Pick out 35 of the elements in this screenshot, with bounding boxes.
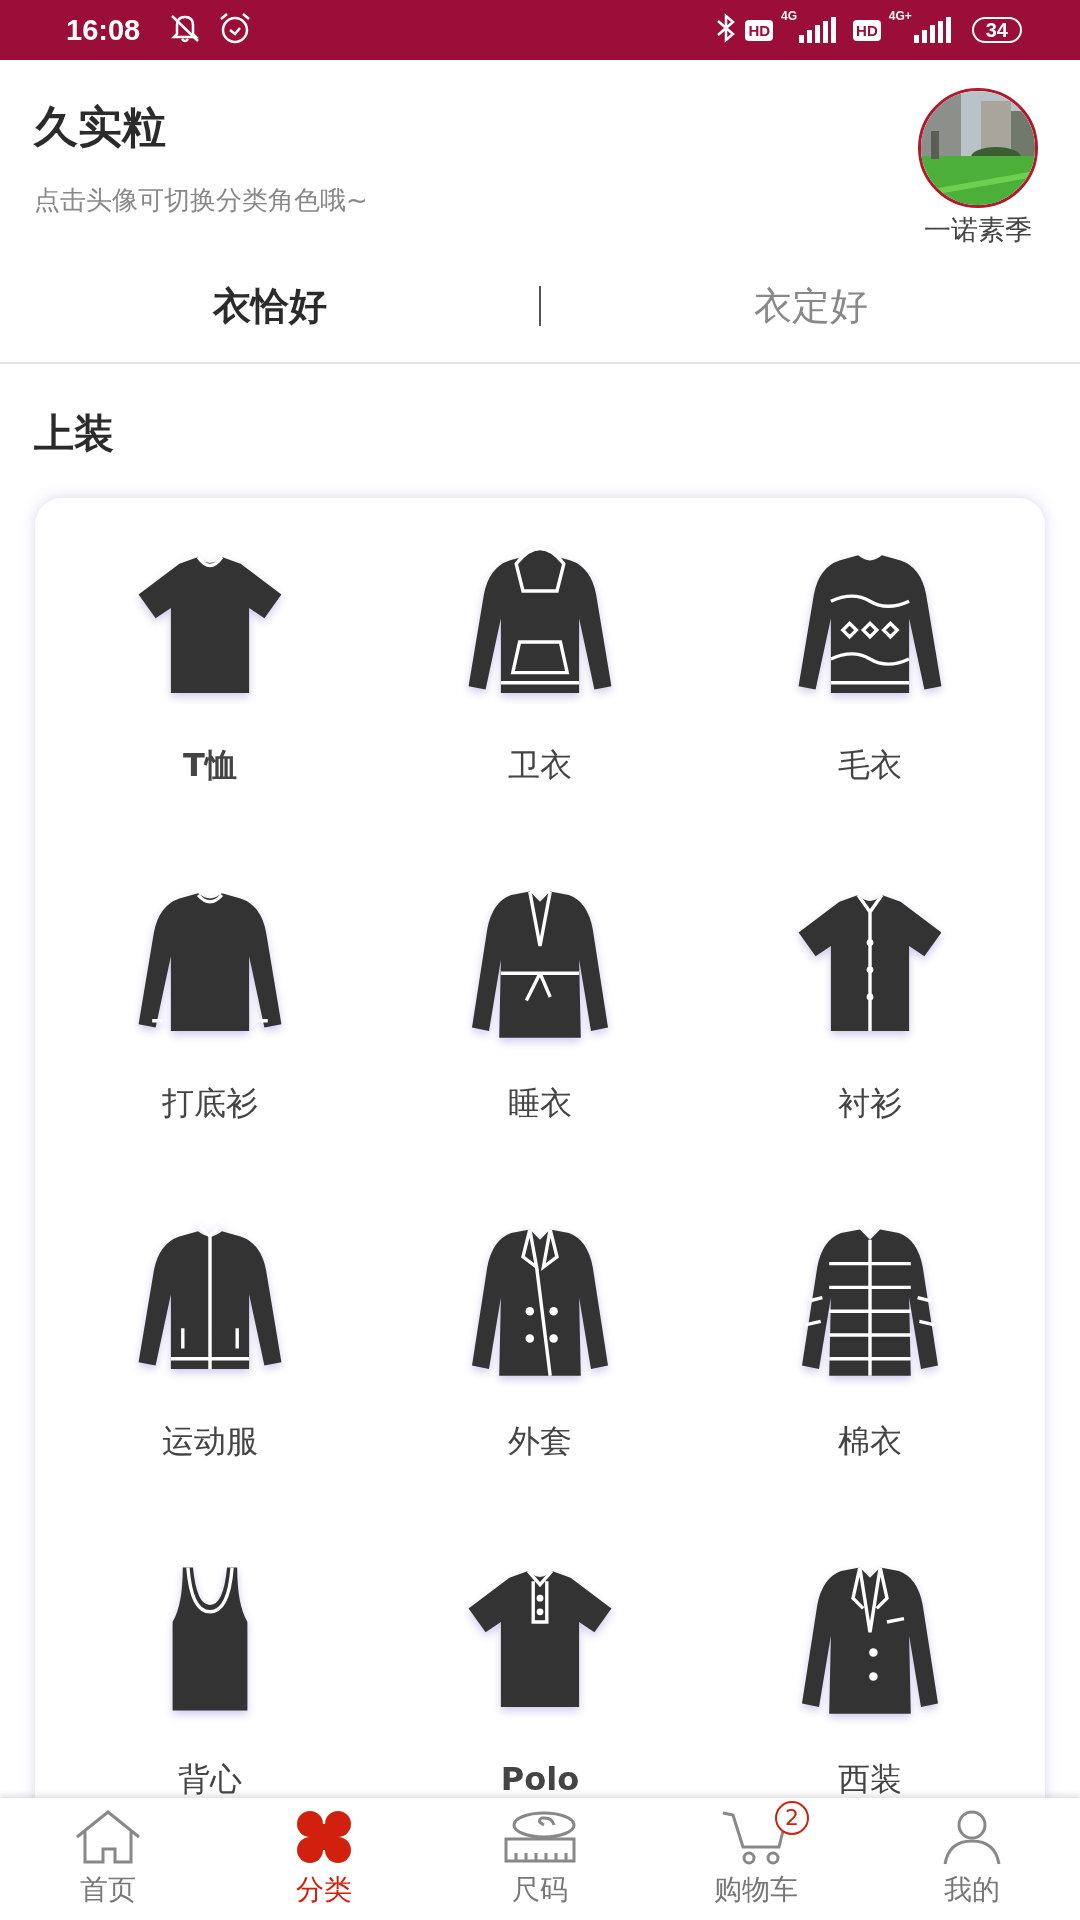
category-label[interactable]: 运动服 bbox=[162, 1424, 258, 1460]
category-label[interactable]: T恤 bbox=[183, 748, 237, 784]
tab[interactable]: 衣恰好 bbox=[0, 270, 539, 342]
category-label[interactable]: 棉衣 bbox=[838, 1424, 902, 1460]
category-label[interactable]: 打底衫 bbox=[162, 1086, 258, 1122]
section-title: 上装 bbox=[34, 409, 115, 458]
network-label: 4G bbox=[781, 9, 798, 23]
category-label[interactable]: Polo bbox=[500, 1762, 580, 1798]
nav-tab[interactable]: 分类 bbox=[216, 1798, 432, 1920]
signal-icon bbox=[911, 17, 952, 43]
battery-level: 34 bbox=[971, 17, 1022, 43]
count-badge: 2 bbox=[775, 1801, 809, 1835]
category-label[interactable]: 背心 bbox=[178, 1762, 242, 1798]
hint-text: 点击头像可切换分类角色哦~ bbox=[34, 184, 368, 217]
page-title: 久实粒 bbox=[34, 100, 167, 154]
home-icon bbox=[73, 1809, 143, 1865]
category-label[interactable]: 睡衣 bbox=[508, 1086, 572, 1122]
network-label: 4G+ bbox=[888, 9, 912, 23]
category-label[interactable]: 外套 bbox=[508, 1424, 572, 1460]
category-label[interactable]: 衬衫 bbox=[838, 1086, 902, 1122]
hd-badge: HD bbox=[745, 19, 774, 41]
nav-tab[interactable]: 尺码 bbox=[432, 1798, 648, 1920]
tape-measure-icon bbox=[502, 1809, 578, 1865]
user-icon bbox=[941, 1809, 1003, 1865]
signal-icon bbox=[797, 17, 838, 43]
nav-tab[interactable]: 2 购物车 bbox=[648, 1798, 864, 1920]
clock: 16:08 bbox=[66, 13, 141, 47]
tab[interactable]: 衣定好 bbox=[541, 270, 1080, 342]
nav-tab[interactable]: 首页 bbox=[0, 1798, 216, 1920]
hd-badge: HD bbox=[853, 19, 881, 41]
nav-tab[interactable]: 我的 bbox=[864, 1798, 1080, 1920]
category-label[interactable]: 西装 bbox=[838, 1762, 902, 1798]
category-label[interactable]: 毛衣 bbox=[838, 748, 902, 784]
category-label[interactable]: 卫衣 bbox=[508, 748, 572, 784]
avatar-name: 一诺素季 bbox=[924, 213, 1032, 247]
